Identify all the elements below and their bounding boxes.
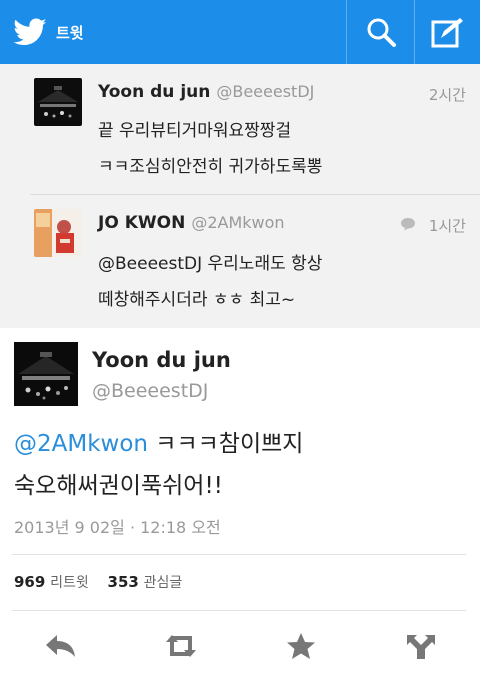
divider: [12, 554, 466, 555]
author-name: JO KWON: [98, 213, 186, 233]
action-bar: [0, 618, 480, 674]
tweet-text-line: @2AMkwon ㅋㅋㅋ참이쁘지: [14, 424, 303, 458]
favorite-icon: [287, 633, 315, 659]
divider: [12, 610, 466, 611]
author-name: Yoon du jun: [98, 82, 211, 102]
favorite-button[interactable]: [276, 624, 326, 668]
retweet-button[interactable]: [156, 624, 206, 668]
reply-tweet[interactable]: Yoon du jun @BeeeestDJ 2시간 끝 우리뷰티거마워요짱짱걸 …: [0, 64, 480, 194]
more-share-button[interactable]: [396, 624, 446, 668]
tweet-text-line: 숙오해써권이푹쉬어!!: [14, 473, 223, 499]
avatar[interactable]: [34, 78, 82, 126]
divider: [346, 0, 347, 64]
tweet-date: 2013년 9 02일 · 12:18 오전: [14, 518, 221, 537]
reply-tweet[interactable]: JO KWON @2AMkwon 1시간 @BeeeestDJ 우리노래도 항상 …: [0, 195, 480, 328]
timestamp: 1시간: [428, 217, 466, 235]
tweet-stats: 969 리트윗 353 관심글: [14, 572, 196, 592]
retweet-label[interactable]: 리트윗: [50, 575, 89, 591]
retweet-count[interactable]: 969: [14, 573, 45, 591]
tweet-text-line: 끝 우리뷰티거마워요짱짱걸: [98, 121, 292, 141]
tweet-text: ㅋㅋㅋ참이쁘지: [148, 431, 304, 457]
search-button[interactable]: [348, 0, 414, 64]
conversation-replies: Yoon du jun @BeeeestDJ 2시간 끝 우리뷰티거마워요짱짱걸 …: [0, 64, 480, 328]
tweet-text-line: 떼창해주시더라 ㅎㅎ 최고~: [98, 290, 296, 310]
reply-icon: [401, 218, 415, 231]
top-bar: 트윗: [0, 0, 480, 64]
author-handle[interactable]: @BeeeestDJ: [92, 380, 208, 402]
reply-author: JO KWON @2AMkwon: [98, 213, 285, 233]
timestamp: 2시간: [428, 86, 466, 104]
search-icon: [367, 18, 396, 47]
tweet-text-line: @BeeeestDJ 우리노래도 항상: [98, 254, 323, 274]
favorite-count[interactable]: 353: [108, 573, 139, 591]
avatar[interactable]: [14, 342, 78, 406]
mention-link[interactable]: @2AMkwon: [14, 431, 148, 457]
favorite-label[interactable]: 관심글: [144, 575, 183, 591]
twitter-bird-icon[interactable]: [10, 14, 50, 50]
avatar[interactable]: [34, 209, 82, 257]
retweet-icon: [166, 635, 196, 657]
author-name[interactable]: Yoon du jun: [92, 348, 231, 372]
reply-icon: [46, 635, 75, 657]
author-handle: @2AMkwon: [191, 213, 285, 232]
compose-button[interactable]: [415, 0, 480, 64]
reply-author: Yoon du jun @BeeeestDJ: [98, 82, 314, 102]
more-share-icon: [407, 635, 435, 659]
compose-icon: [431, 18, 463, 48]
reply-button[interactable]: [36, 624, 86, 668]
page-title: 트윗: [56, 24, 84, 42]
author-handle: @BeeeestDJ: [216, 82, 315, 101]
tweet-text-line: ㅋㅋ조심히안전히 귀가하도록뽕: [98, 157, 323, 177]
